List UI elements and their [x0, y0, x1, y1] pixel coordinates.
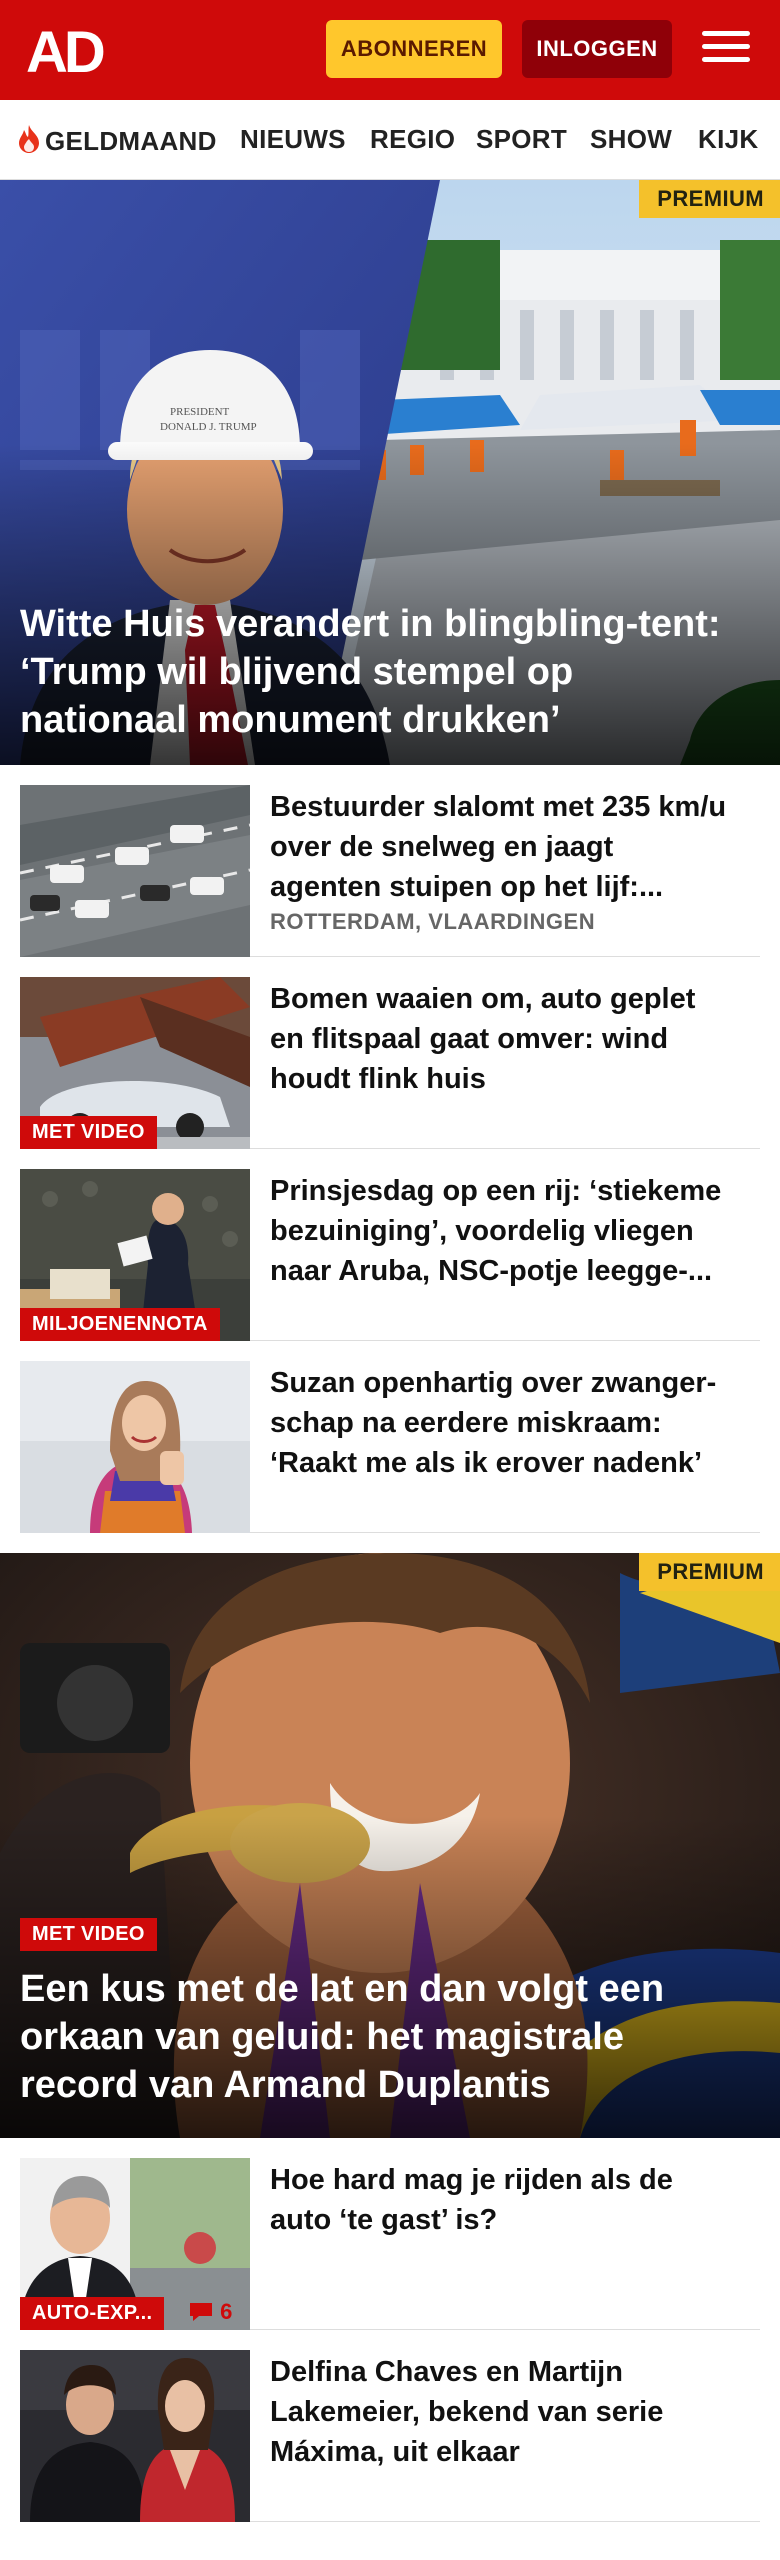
article-thumbnail-highway — [20, 785, 250, 957]
nav-item-geldmaand[interactable]: GELDMAAND — [16, 124, 217, 161]
hero-article-white-house[interactable]: PRESIDENT DONALD J. TRUMP PREMIUM Witte … — [0, 180, 780, 765]
section-nav: GELDMAAND NIEUWS REGIO SPORT SHOW KIJK — [0, 100, 780, 180]
nav-item-nieuws[interactable]: NIEUWS — [240, 124, 346, 155]
video-badge: MET VIDEO — [20, 1116, 157, 1149]
nav-item-sport[interactable]: SPORT — [476, 124, 567, 155]
list-item[interactable]: MILJOENENNOTA Prinsjesdag op een rij: ‘s… — [20, 1169, 760, 1341]
nav-item-kijk[interactable]: KIJK — [698, 124, 758, 155]
list-item[interactable]: Suzan openhartig over zwanger-schap na e… — [20, 1361, 760, 1533]
hero-article-duplantis[interactable]: PREMIUM MET VIDEO Een kus met de lat en … — [0, 1553, 780, 2138]
miljoenennota-badge: MILJOENENNOTA — [20, 1308, 220, 1341]
ad-logo[interactable]: AD — [26, 22, 118, 78]
nav-item-show[interactable]: SHOW — [590, 124, 672, 155]
hero-title[interactable]: Een kus met de lat en dan volgt een orka… — [20, 1965, 740, 2109]
site-header: AD ABONNEREN INLOGGEN — [0, 0, 780, 100]
hero-title[interactable]: Witte Huis verandert in blingbling-tent:… — [20, 600, 740, 744]
article-title[interactable]: Delfina Chaves en Martijn Lakemeier, bek… — [270, 2352, 730, 2472]
article-location: ROTTERDAM, VLAARDINGEN — [270, 909, 596, 934]
article-title[interactable]: Hoe hard mag je rijden als de auto ‘te g… — [270, 2160, 730, 2240]
auto-expert-badge: AUTO-EXP... — [20, 2297, 165, 2330]
article-thumbnail-maxima-couple — [20, 2350, 250, 2522]
article-thumbnail-suzan — [20, 1361, 250, 1533]
nav-item-regio[interactable]: REGIO — [370, 124, 455, 155]
article-title[interactable]: Prinsjesdag op een rij: ‘stiekeme bezuin… — [270, 1171, 730, 1291]
list-item[interactable]: AUTO-EXP... 6 Hoe hard mag je rijden als… — [20, 2158, 760, 2330]
premium-badge: PREMIUM — [639, 180, 780, 218]
svg-text:PRESIDENT: PRESIDENT — [170, 406, 230, 418]
login-button[interactable]: INLOGGEN — [522, 20, 672, 78]
premium-badge: PREMIUM — [639, 1553, 780, 1591]
article-title[interactable]: Bomen waaien om, auto geplet en flitspaa… — [270, 979, 730, 1099]
article-title[interactable]: Suzan openhartig over zwanger-schap na e… — [270, 1363, 730, 1483]
svg-text:DONALD J. TRUMP: DONALD J. TRUMP — [160, 421, 257, 433]
list-item[interactable]: MET VIDEO Bomen waaien om, auto geplet e… — [20, 977, 760, 1149]
list-item[interactable]: Bestuurder slalomt met 235 km/u over de … — [20, 785, 760, 957]
article-thumbnail-storm: MET VIDEO — [20, 977, 250, 1149]
article-title[interactable]: Bestuurder slalomt met 235 km/u over de … — [270, 787, 730, 907]
comment-icon — [190, 2303, 212, 2321]
svg-text:AD: AD — [26, 22, 104, 78]
hamburger-menu-icon[interactable] — [700, 24, 752, 74]
video-badge: MET VIDEO — [20, 1918, 157, 1951]
subscribe-button[interactable]: ABONNEREN — [326, 20, 502, 78]
flame-icon — [16, 124, 42, 161]
article-thumbnail-prinsjesdag: MILJOENENNOTA — [20, 1169, 250, 1341]
list-item[interactable]: Delfina Chaves en Martijn Lakemeier, bek… — [20, 2350, 760, 2522]
comment-count[interactable]: 6 — [188, 2299, 232, 2325]
